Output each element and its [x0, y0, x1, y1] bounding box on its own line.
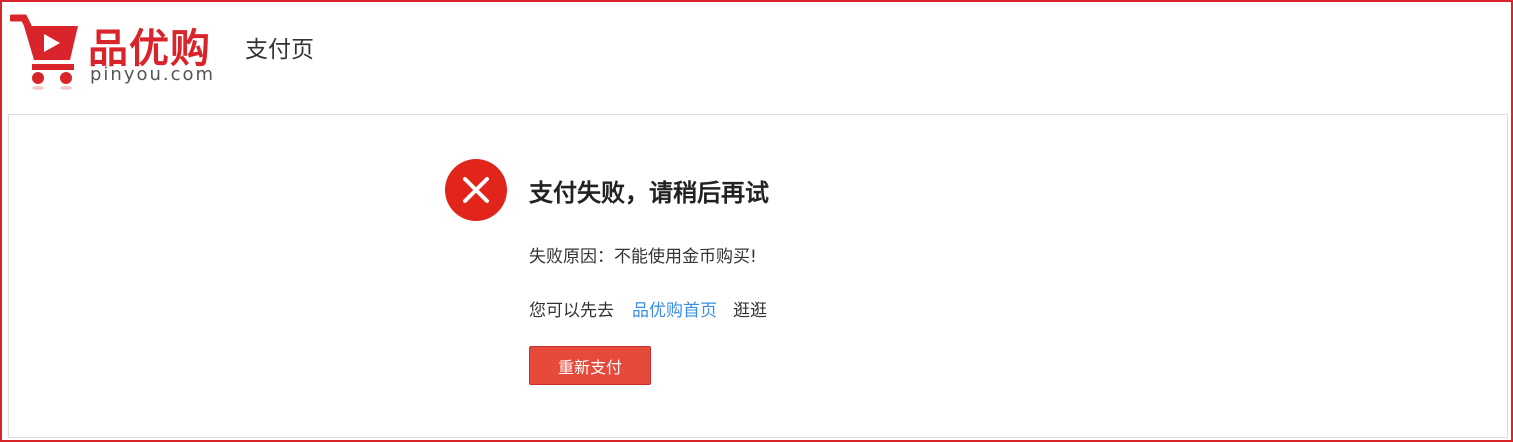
- home-link[interactable]: 品优购首页: [632, 301, 717, 321]
- retry-payment-button[interactable]: 重新支付: [529, 346, 651, 385]
- cart-logo-icon: [10, 14, 78, 90]
- page-title: 支付页: [245, 37, 314, 63]
- suggest-suffix: 逛逛: [733, 301, 767, 321]
- logo[interactable]: 品优购 pinyou.com: [10, 12, 235, 92]
- suggestion-line: 您可以先去 品优购首页 逛逛: [529, 296, 767, 321]
- payment-result-panel: 支付失败，请稍后再试 失败原因：不能使用金币购买! 您可以先去 品优购首页 逛逛 重…: [8, 114, 1508, 438]
- fail-title: 支付失败，请稍后再试: [529, 179, 769, 207]
- header: 品优购 pinyou.com 支付页: [10, 8, 1505, 108]
- logo-text-en: pinyou.com: [90, 64, 216, 85]
- page-frame: 品优购 pinyou.com 支付页 支付失败，请稍后再试 失败原因：不能使用金…: [0, 0, 1513, 442]
- close-icon: [445, 159, 507, 221]
- suggest-prefix: 您可以先去: [529, 301, 614, 321]
- fail-reason: 失败原因：不能使用金币购买!: [529, 247, 757, 267]
